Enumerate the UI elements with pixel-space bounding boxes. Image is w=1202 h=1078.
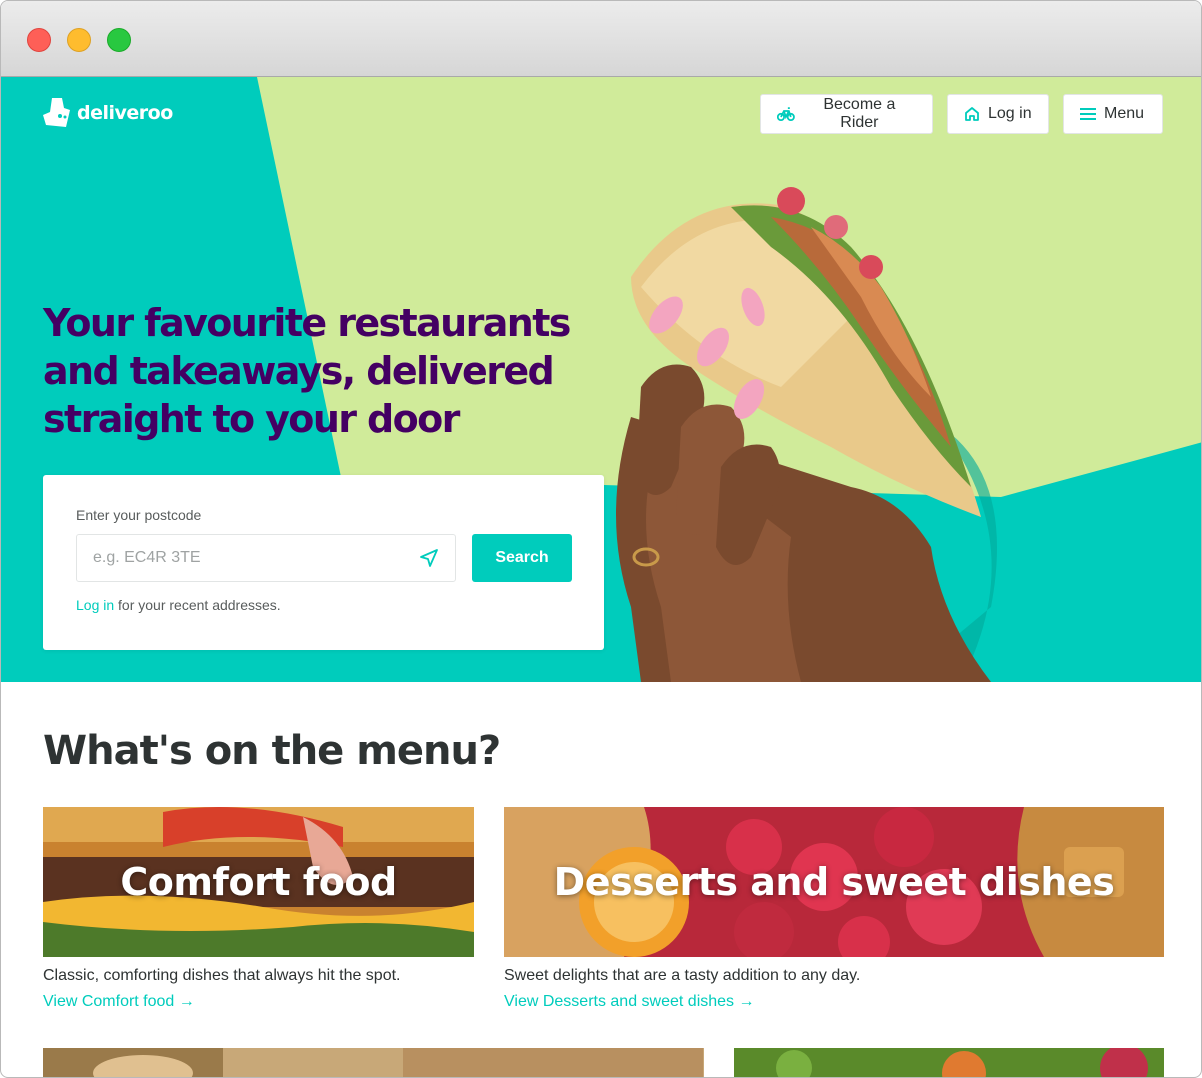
recent-login-link[interactable]: Log in: [76, 597, 114, 613]
category-card-image-partial-2[interactable]: [734, 1048, 1164, 1077]
become-rider-button[interactable]: Become a Rider: [760, 94, 933, 134]
hamburger-menu-icon: [1080, 108, 1096, 120]
comfort-food-title: Comfort food: [120, 860, 397, 904]
close-window-button[interactable]: [27, 28, 51, 52]
location-arrow-icon[interactable]: [418, 547, 440, 569]
deliveroo-logo[interactable]: deliveroo: [43, 98, 173, 128]
menu-label: Menu: [1104, 105, 1145, 122]
desserts-image[interactable]: Desserts and sweet dishes: [504, 807, 1164, 957]
hero-section: deliveroo Become a Rider Log in Menu You…: [1, 77, 1201, 682]
login-label: Log in: [988, 105, 1032, 122]
search-button[interactable]: Search: [472, 534, 572, 582]
browser-window: deliveroo Become a Rider Log in Menu You…: [0, 0, 1202, 1078]
category-card-comfort-food[interactable]: Comfort food Classic, comforting dishes …: [43, 807, 474, 1011]
logo-wordmark: deliveroo: [77, 102, 173, 124]
taco-hand-image: [616, 187, 997, 682]
window-titlebar: [1, 1, 1201, 77]
view-comfort-food-link[interactable]: View Comfort food →: [43, 993, 474, 1011]
recent-addresses-hint: Log in for your recent addresses.: [76, 597, 281, 613]
home-icon: [965, 107, 979, 121]
category-card-image-partial[interactable]: [43, 1048, 704, 1077]
recent-addresses-text: for your recent addresses.: [114, 597, 281, 613]
postcode-label: Enter your postcode: [76, 507, 202, 523]
desserts-title: Desserts and sweet dishes: [553, 860, 1115, 904]
postcode-search-card: Enter your postcode Search Log in for yo…: [43, 475, 604, 650]
login-button[interactable]: Log in: [947, 94, 1049, 134]
become-rider-label: Become a Rider: [823, 96, 896, 131]
hero-headline: Your favourite restaurants and takeaways…: [43, 301, 571, 441]
category-card-desserts[interactable]: Desserts and sweet dishes Sweet delights…: [504, 807, 1164, 1011]
comfort-food-image[interactable]: Comfort food: [43, 807, 474, 957]
view-desserts-link[interactable]: View Desserts and sweet dishes →: [504, 993, 1164, 1011]
postcode-input[interactable]: [76, 534, 456, 582]
menu-button[interactable]: Menu: [1063, 94, 1163, 134]
kangaroo-logo-icon: [43, 98, 70, 127]
minimize-window-button[interactable]: [67, 28, 91, 52]
desserts-description: Sweet delights that are a tasty addition…: [504, 967, 861, 984]
maximize-window-button[interactable]: [107, 28, 131, 52]
bicycle-icon: [777, 107, 795, 121]
menu-section-title: What's on the menu?: [43, 728, 501, 774]
comfort-food-description: Classic, comforting dishes that always h…: [43, 967, 401, 984]
